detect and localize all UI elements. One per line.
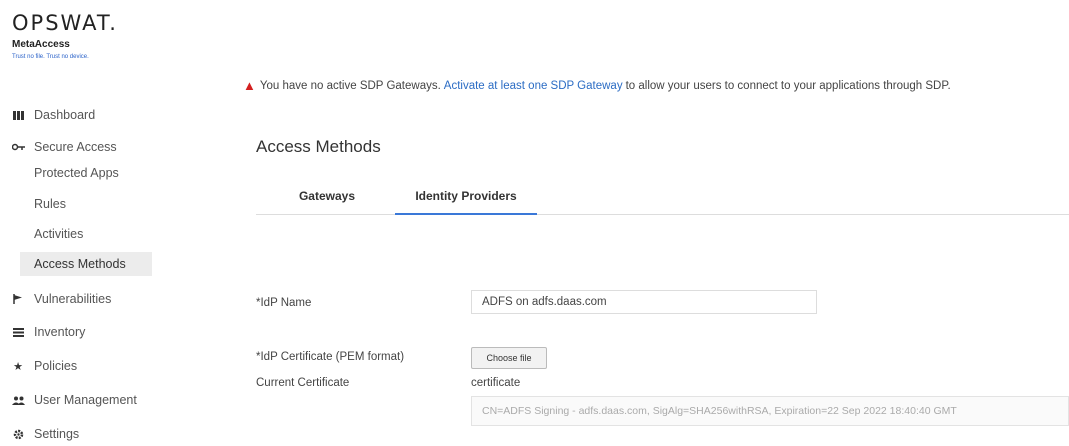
- sidebar-item-label: Policies: [34, 359, 78, 373]
- tab-identity-providers[interactable]: Identity Providers: [395, 178, 537, 215]
- users-icon: [10, 396, 26, 405]
- alert-text-after: to allow your users to connect to your a…: [625, 79, 951, 92]
- sidebar: OPSWAT. MetaAccess Trust no file. Trust …: [0, 0, 170, 441]
- list-icon: [10, 327, 26, 337]
- sidebar-item-policies[interactable]: ★ Policies: [0, 354, 77, 378]
- idp-name-input[interactable]: ADFS on adfs.daas.com: [471, 290, 817, 314]
- choose-file-button[interactable]: Choose file: [471, 347, 547, 369]
- sidebar-item-label: Dashboard: [34, 108, 96, 122]
- activate-gateway-link[interactable]: Activate at least one SDP Gateway: [444, 80, 623, 92]
- key-icon: [10, 143, 26, 151]
- sidebar-item-dashboard[interactable]: Dashboard: [0, 103, 95, 127]
- product-name: MetaAccess: [12, 39, 70, 50]
- cert-filename: certificate: [471, 377, 521, 389]
- gear-icon: [10, 429, 26, 440]
- sidebar-item-secure-access[interactable]: Secure Access: [0, 135, 117, 159]
- sidebar-subitem-rules[interactable]: Rules: [20, 192, 152, 216]
- idp-name-label: *IdP Name: [256, 297, 312, 309]
- tab-bar: Gateways Identity Providers: [256, 178, 1069, 215]
- tab-gateways[interactable]: Gateways: [272, 178, 382, 214]
- sidebar-subitem-label: Activities: [34, 227, 84, 241]
- sidebar-item-label: Settings: [34, 427, 80, 441]
- sidebar-subitem-label: Protected Apps: [34, 166, 119, 180]
- sidebar-subitem-protected-apps[interactable]: Protected Apps: [20, 161, 152, 185]
- alert-text-before: You have no active SDP Gateways.: [259, 79, 441, 92]
- bar-chart-icon: [10, 110, 26, 120]
- star-icon: ★: [13, 360, 23, 373]
- sidebar-item-label: User Management: [34, 393, 137, 407]
- sidebar-subitem-activities[interactable]: Activities: [20, 222, 152, 246]
- current-cert-label: Current Certificate: [256, 377, 350, 389]
- tagline: Trust no file. Trust no device.: [12, 54, 89, 60]
- sidebar-item-vulnerabilities[interactable]: Vulnerabilities: [0, 287, 111, 311]
- sidebar-subitem-access-methods[interactable]: Access Methods: [20, 252, 152, 276]
- page-title: Access Methods: [256, 137, 381, 156]
- flag-icon: [10, 294, 26, 304]
- idp-cert-label: *IdP Certificate (PEM format): [256, 351, 405, 363]
- sidebar-item-user-management[interactable]: User Management: [0, 388, 137, 412]
- sidebar-item-settings[interactable]: Settings: [0, 422, 79, 446]
- cert-details-field: CN=ADFS Signing - adfs.daas.com, SigAlg=…: [471, 396, 1069, 426]
- logo[interactable]: OPSWAT.: [12, 11, 118, 35]
- sidebar-item-inventory[interactable]: Inventory: [0, 320, 85, 344]
- sidebar-subitem-label: Rules: [34, 197, 66, 211]
- warning-icon: ▲: [243, 78, 256, 93]
- sidebar-item-label: Secure Access: [34, 140, 117, 154]
- sidebar-subitem-label: Access Methods: [34, 257, 126, 271]
- sdp-gateway-alert: ▲ You have no active SDP Gateways. Activ…: [243, 78, 951, 93]
- sidebar-item-label: Vulnerabilities: [34, 292, 112, 306]
- sidebar-item-label: Inventory: [34, 325, 86, 339]
